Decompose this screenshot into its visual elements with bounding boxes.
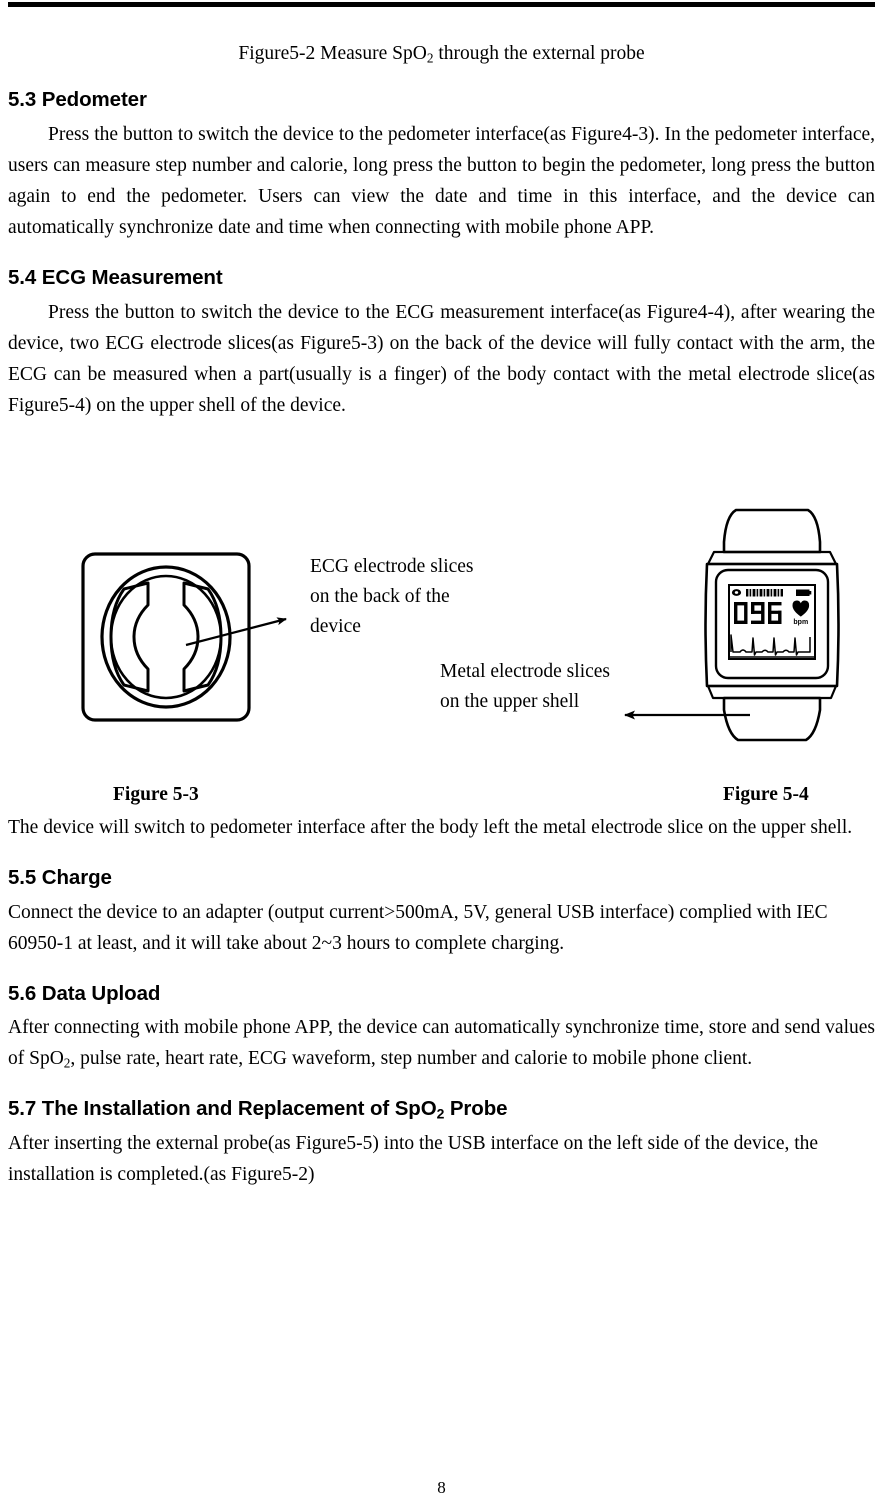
figure-5-2-caption-prefix: Figure5-2 Measure SpO (238, 43, 427, 64)
watch-case-body (704, 562, 840, 688)
section-paragraph-5-5: Connect the device to an adapter (output… (8, 901, 828, 954)
lcd-signal-bars (746, 589, 783, 597)
figure-5-2-caption-suffix: through the external probe (433, 43, 645, 64)
watch-svg: bpm (704, 508, 840, 742)
watch-top-lug (706, 550, 838, 566)
lcd-bpm-label: bpm (793, 619, 808, 626)
annotation-metal-electrode-slices: Metal electrode slices on the upper shel… (440, 657, 650, 717)
figure-5-4-watch-diagram: bpm (684, 504, 860, 744)
section-paragraph-5-3: Press the button to switch the device to… (8, 124, 875, 239)
section-paragraph-5-6: After connecting with mobile phone APP, … (8, 1012, 875, 1074)
document-page: Figure5-2 Measure SpO2 through the exter… (0, 0, 883, 1512)
section-heading-5-3: 5.3 Pedometer (8, 88, 147, 112)
electrode-ring-inner (109, 574, 223, 700)
section-heading-5-5: 5.5 Charge (8, 866, 112, 889)
figure-5-2-caption: Figure5-2 Measure SpO2 through the exter… (8, 42, 875, 65)
ecg-electrode-slice-left (109, 581, 150, 693)
lcd-heart-rate-digits (734, 602, 782, 624)
section-heading-5-7: 5.7 The Installation and Replacement of … (8, 1096, 875, 1122)
watch-bottom-lug (706, 684, 838, 700)
annotation-metal-line-1: Metal electrode slices (440, 661, 611, 682)
section-heading-5-7-part1: 5.7 The Installation and Replacement of … (8, 1097, 437, 1121)
annotation-ecg-electrode-slices: ECG electrode slices on the back of the … (310, 552, 515, 642)
section-heading-5-4: 5.4 ECG Measurement (8, 266, 223, 290)
section-paragraph-5-4: Press the button to switch the device to… (8, 301, 875, 416)
lcd-heart-icon (792, 600, 810, 617)
figure-5-3-device-back-diagram (78, 549, 254, 725)
figure-block: bpm ECG electrode slices on the back of … (0, 494, 883, 794)
lcd-ecg-waveform (730, 634, 811, 656)
ecg-electrode-slice-right (182, 581, 223, 693)
figure-followup-paragraph: The device will switch to pedometer inte… (8, 817, 853, 838)
annotation-metal-line-2: on the upper shell (440, 691, 580, 712)
section-heading-5-7-part2: Probe (444, 1097, 508, 1121)
lcd-bluetooth-icon (731, 589, 742, 596)
section-paragraph-5-7: After inserting the external probe(as Fi… (8, 1132, 819, 1185)
annotation-ecg-line-2: on the back of the (310, 586, 450, 607)
lcd-battery-icon (796, 589, 812, 596)
watch-lower-strap (722, 696, 822, 742)
page-content: Figure5-2 Measure SpO2 through the exter… (0, 0, 883, 421)
figure-5-4-label: Figure 5-4 (723, 784, 809, 805)
figure-5-3-label: Figure 5-3 (113, 784, 199, 805)
device-back-outline (81, 552, 251, 722)
section-heading-5-6: 5.6 Data Upload (8, 981, 161, 1005)
page-content-lower: The device will switch to pedometer inte… (0, 806, 883, 1190)
watch-upper-strap (722, 508, 822, 554)
annotation-ecg-line-1: ECG electrode slices (310, 556, 474, 577)
device-back-svg (81, 552, 251, 722)
electrode-ring-outer (100, 565, 232, 709)
section-paragraph-5-6-part2: , pulse rate, heart rate, ECG waveform, … (70, 1048, 753, 1070)
page-number: 8 (437, 1478, 446, 1497)
annotation-ecg-line-3: device (310, 616, 361, 637)
